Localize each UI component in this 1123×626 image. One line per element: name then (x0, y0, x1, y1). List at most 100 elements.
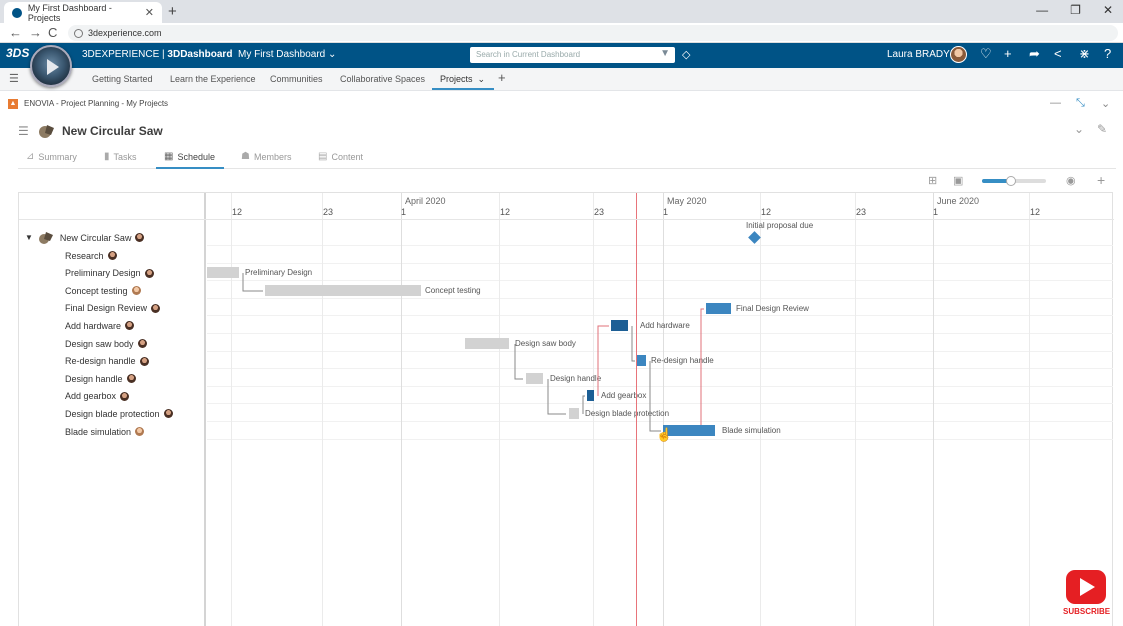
tab-schedule[interactable]: ▦ Schedule (164, 151, 215, 162)
gantt-chart: ▼ New Circular Saw Research Preliminary D… (18, 192, 1114, 626)
tab-content-label: Content (331, 151, 363, 162)
reload-icon[interactable]: C (48, 25, 57, 40)
browser-tab-title: My First Dashboard - Projects (27, 2, 112, 23)
task-row[interactable]: Design blade protection (65, 405, 173, 422)
minimize-widget-icon[interactable]: — (1050, 97, 1061, 109)
expand-caret-icon[interactable]: ▼ (25, 233, 33, 242)
platform-topbar: 3DS 3DEXPERIENCE | 3DDashboard My First … (0, 43, 1123, 68)
day-tick-label: 23 (323, 207, 334, 217)
root-task-name: New Circular Saw (59, 232, 132, 243)
avatar (126, 374, 136, 384)
fit-view-icon[interactable]: ▣ (953, 174, 963, 187)
avatar (163, 409, 173, 419)
filter-icon[interactable]: ▼ (660, 48, 670, 59)
chevron-down-icon: ⌄ (477, 74, 486, 84)
eye-icon[interactable]: ◉ (1066, 174, 1076, 187)
user-avatar[interactable] (950, 46, 967, 63)
tab-content[interactable]: ▤ Content (318, 151, 363, 162)
restore-icon[interactable]: ❐ (1070, 3, 1081, 17)
notification-icon[interactable]: ♡ (980, 46, 992, 62)
zoom-slider-knob[interactable] (1005, 176, 1016, 186)
task-row[interactable]: Re-design handle (65, 353, 149, 370)
tab-learn-experience[interactable]: Learn the Experience (170, 74, 256, 84)
subscribe-button[interactable]: SUBSCRIBE (1063, 570, 1110, 618)
search-input[interactable]: Search in Current Dashboard ▼ (470, 47, 675, 63)
task-row[interactable]: Design handle (65, 370, 136, 387)
zoom-slider[interactable] (982, 176, 1046, 186)
url-field[interactable]: 3dexperience.com (68, 25, 1118, 41)
active-tab-underline (432, 88, 494, 90)
task-name: Final Design Review (65, 303, 148, 314)
user-name[interactable]: Laura BRADY (887, 49, 950, 60)
day-tick-label: 1 (933, 207, 939, 217)
chevron-down-icon[interactable]: ⌄ (1074, 122, 1084, 136)
avatar (107, 251, 117, 260)
task-name: Re-design handle (65, 356, 136, 367)
plus-icon[interactable]: + (1004, 46, 1012, 61)
back-icon[interactable]: ← (9, 25, 22, 40)
task-row[interactable]: Preliminary Design (65, 265, 154, 282)
circular-saw-icon (39, 125, 54, 138)
task-row[interactable]: Final Design Review (65, 300, 161, 317)
site-icon (74, 28, 83, 38)
mouse-cursor-icon: ☝ (656, 427, 673, 442)
circular-saw-icon (38, 232, 53, 244)
project-header: ☰ New Circular Saw ⌄ ✎ (0, 120, 1123, 144)
network-icon[interactable]: < (1054, 46, 1062, 61)
task-tree: ▼ New Circular Saw Research Preliminary D… (19, 193, 206, 626)
address-bar-row: ← → C 3dexperience.com (0, 23, 1123, 43)
task-row[interactable]: Add hardware (65, 317, 135, 334)
task-row[interactable]: Blade simulation (65, 423, 145, 440)
today-line (636, 193, 637, 626)
task-row[interactable]: Add gearbox (65, 388, 130, 405)
browser-tab[interactable]: My First Dashboard - Projects ✕ (4, 2, 162, 23)
dashboard-name[interactable]: My First Dashboard ⌄ (235, 49, 336, 60)
tab-getting-started[interactable]: Getting Started (92, 74, 153, 84)
new-tab-button[interactable]: + (168, 3, 177, 20)
day-tick-label: 23 (856, 207, 867, 217)
search-placeholder: Search in Current Dashboard (476, 50, 581, 59)
edit-icon[interactable]: ✎ (1097, 122, 1107, 136)
add-icon[interactable]: + (1097, 172, 1105, 188)
header-divider (19, 219, 1114, 220)
tab-communities[interactable]: Communities (270, 74, 323, 84)
root-task-row[interactable]: ▼ New Circular Saw (25, 229, 145, 246)
task-name: Design saw body (65, 338, 134, 349)
tab-projects[interactable]: Projects ⌄ (440, 74, 485, 85)
members-icon: ☗ (241, 151, 250, 162)
clipboard-icon: ▮ (104, 151, 110, 162)
compass-icon[interactable] (30, 45, 72, 87)
apps-icon[interactable]: ⋇ (1079, 46, 1090, 62)
day-tick-label: 12 (500, 207, 511, 217)
forward-icon[interactable]: → (29, 25, 42, 40)
day-tick-label: 1 (663, 207, 669, 217)
close-tab-icon[interactable]: ✕ (145, 6, 154, 19)
brand-prefix: 3DEXPERIENCE | (82, 49, 168, 60)
day-tick-label: 12 (761, 207, 772, 217)
task-row[interactable]: Research (65, 247, 117, 264)
add-tab-button[interactable]: + (498, 70, 506, 85)
project-menu-icon[interactable]: ☰ (18, 124, 29, 138)
minimize-icon[interactable]: — (1036, 3, 1048, 17)
tab-tasks[interactable]: ▮ Tasks (104, 151, 137, 162)
help-icon[interactable]: ? (1104, 46, 1111, 61)
tab-summary[interactable]: ⊿ Summary (26, 151, 77, 162)
avatar (151, 303, 161, 313)
sidebar-toggle-icon[interactable]: ☰ (9, 72, 19, 85)
task-name: Design blade protection (65, 408, 160, 419)
collapse-widget-icon[interactable]: ⤡ (1076, 97, 1085, 110)
window-controls: — ❐ ✕ (1036, 3, 1113, 17)
grid-view-icon[interactable]: ⊞ (928, 174, 937, 187)
task-row[interactable]: Concept testing (65, 282, 141, 299)
close-window-icon[interactable]: ✕ (1103, 3, 1113, 17)
tab-members-label: Members (253, 151, 292, 162)
tab-members[interactable]: ☗ Members (241, 151, 291, 162)
favicon-icon (12, 7, 22, 18)
task-row[interactable]: Design saw body (65, 335, 147, 352)
tag-icon[interactable]: ◇ (682, 48, 690, 61)
avatar (131, 286, 141, 296)
tab-collaborative-spaces[interactable]: Collaborative Spaces (340, 74, 425, 84)
widget-menu-icon[interactable]: ⌄ (1101, 97, 1110, 110)
share-icon[interactable]: ➦ (1029, 46, 1040, 62)
tab-tasks-label: Tasks (113, 151, 137, 162)
